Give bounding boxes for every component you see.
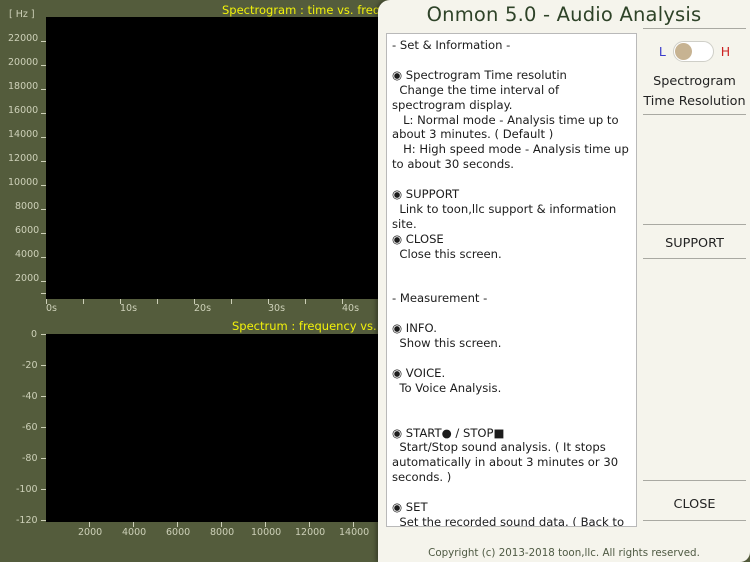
tick-mark [41,209,46,210]
spectrogram-ytick: 20000 [8,57,39,68]
spectrum-ytick: -100 [16,484,38,495]
tick-mark [41,233,46,234]
spectrogram-ytick: 22000 [8,33,39,44]
spectrogram-xtick: 20s [194,303,212,314]
tick-mark [120,299,121,304]
toggle-switch-knob[interactable] [674,42,692,60]
tick-mark [46,299,47,304]
toggle-label-high: H [720,43,731,59]
tick-mark [41,65,46,66]
tick-mark [41,520,46,521]
time-resolution-toggle[interactable]: L H [643,38,746,64]
divider [643,114,746,115]
spectrum-xtick: 12000 [295,527,326,538]
tick-mark [353,522,354,527]
tick-mark [41,41,46,42]
spectrogram-xtick: 0s [46,303,57,314]
spectrogram-ytick: 18000 [8,81,39,92]
divider [643,480,746,481]
spectrum-xtick: 8000 [210,527,235,538]
spectrogram-ytick: 4000 [15,249,40,260]
tick-mark [41,427,46,428]
info-dialog: Onmon 5.0 - Audio Analysis - Set & Infor… [378,0,750,562]
tick-mark [41,458,46,459]
divider [643,520,746,521]
tick-mark [41,334,46,335]
tick-mark [41,89,46,90]
tick-mark [305,299,306,304]
spectrum-ytick: -80 [22,453,38,464]
dialog-title: Onmon 5.0 - Audio Analysis [426,3,702,26]
tick-mark [268,299,269,304]
spectrogram-ytick: 8000 [15,201,40,212]
tick-mark [41,161,46,162]
tick-mark [194,299,195,304]
spectrogram-xtick: 40s [342,303,360,314]
spectrum-ytick: -40 [22,391,38,402]
toggle-label-low: L [658,43,666,59]
tick-mark [41,137,46,138]
spectrogram-ytick: 10000 [8,177,39,188]
spectrum-ytick: -20 [22,360,38,371]
tick-mark [41,365,46,366]
spectrum-xtick: 2000 [78,527,103,538]
tick-mark [41,113,46,114]
spectrogram-plot-area[interactable] [46,17,387,299]
divider [643,28,746,29]
copyright-notice: Copyright (c) 2013-2018 toon,llc. All ri… [428,547,700,559]
tick-mark [309,522,310,527]
spectrogram-ytick: 14000 [8,129,39,140]
spectrogram-xtick: 10s [120,303,138,314]
spectrogram-ytick: 16000 [8,105,39,116]
tick-mark [41,281,46,282]
tick-mark [89,522,90,527]
close-button[interactable]: CLOSE [643,497,746,512]
spectrum-xtick: 10000 [251,527,282,538]
spectrogram-y-axis-unit: [ Hz ] [9,9,35,20]
divider [643,224,746,225]
tick-mark [41,396,46,397]
tick-mark [41,185,46,186]
tick-mark [41,489,46,490]
spectrogram-xtick: 30s [268,303,286,314]
info-text-box[interactable]: - Set & Information - ◉ Spectrogram Time… [386,33,637,527]
toggle-switch-track[interactable] [672,40,714,62]
spectrum-xtick: 4000 [122,527,147,538]
tick-mark [221,522,222,527]
spectrum-ytick: -60 [22,422,38,433]
tick-mark [41,257,46,258]
tick-mark [177,522,178,527]
spectrum-plot-area[interactable] [46,334,387,522]
tick-mark [342,299,343,304]
spectrogram-ytick: 6000 [15,225,40,236]
tick-mark [133,522,134,527]
dialog-side-panel: L H Spectrogram Time Resolution SUPPORT … [643,28,750,538]
spectrogram-ytick: 12000 [8,153,39,164]
divider [643,258,746,259]
spectrum-xtick: 6000 [166,527,191,538]
tick-mark [41,293,46,294]
support-button[interactable]: SUPPORT [643,236,746,251]
spectrum-ytick: -120 [16,515,38,526]
side-label-time-resolution: Time Resolution [643,94,746,109]
tick-mark [231,299,232,304]
tick-mark [83,299,84,304]
spectrogram-ytick: 2000 [15,273,40,284]
tick-mark [157,299,158,304]
side-label-spectrogram: Spectrogram [653,74,736,89]
info-text-content: - Set & Information - ◉ Spectrogram Time… [392,38,629,527]
tick-mark [265,522,266,527]
spectrum-ytick: 0 [31,329,38,340]
spectrum-xtick: 14000 [339,527,370,538]
